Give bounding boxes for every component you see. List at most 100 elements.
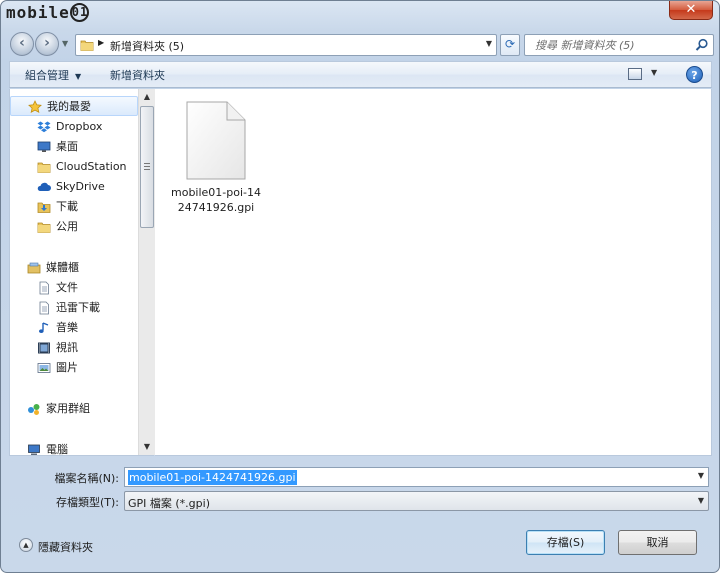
nav-item-pictures[interactable]: 圖片 — [10, 358, 138, 378]
refresh-button[interactable]: ⟳ — [500, 34, 520, 56]
nav-item-downloads[interactable]: 下載 — [10, 197, 138, 217]
logo-text: mobile — [6, 3, 70, 22]
filename-field[interactable]: mobile01-poi-1424741926.gpi ▼ — [124, 467, 709, 487]
nav-item-videos[interactable]: 視訊 — [10, 338, 138, 358]
file-item[interactable]: mobile01-poi-1424741926.gpi — [171, 99, 261, 219]
cancel-button[interactable]: 取消 — [618, 530, 697, 555]
address-bar[interactable]: ▶ 新增資料夾 (5) ▼ — [75, 34, 497, 56]
navigation-tree: 我的最愛 Dropbox 桌面 CloudStation SkyDrive 下載… — [10, 89, 138, 455]
refresh-icon: ⟳ — [504, 37, 516, 51]
forward-arrow-icon: › — [44, 35, 50, 51]
filename-row: 檔案名稱(N): mobile01-poi-1424741926.gpi ▼ — [9, 467, 712, 487]
scroll-thumb[interactable] — [140, 106, 154, 228]
nav-item-thunder-downloads[interactable]: 迅雷下載 — [10, 298, 138, 318]
filetype-value: GPI 檔案 (*.gpi) — [128, 497, 210, 510]
help-button[interactable]: ? — [686, 66, 703, 83]
file-name: mobile01-poi-1424741926.gpi — [171, 186, 262, 214]
nav-scrollbar[interactable]: ▲ ▼ — [138, 89, 155, 455]
grip-icon — [144, 163, 150, 170]
nav-item-label: 公用 — [56, 220, 78, 233]
back-arrow-icon: ‹ — [19, 35, 25, 51]
hide-folders-label: 隱藏資料夾 — [38, 541, 93, 554]
save-as-dialog: mobile01 ✕ ‹ › ▼ ▶ 新增資料夾 (5) ▼ ⟳ 組合管理 ▼ — [0, 0, 720, 573]
nav-item-label: 視訊 — [56, 341, 78, 354]
music-icon — [37, 321, 51, 335]
close-button[interactable]: ✕ — [669, 1, 713, 20]
breadcrumb-current[interactable]: 新增資料夾 (5) — [110, 38, 184, 54]
logo-mark: 01 — [69, 3, 89, 22]
nav-item-public[interactable]: 公用 — [10, 217, 138, 237]
nav-favorites[interactable]: 我的最愛 — [10, 96, 138, 116]
filetype-select[interactable]: GPI 檔案 (*.gpi) ▼ — [124, 491, 709, 511]
nav-libraries[interactable]: 媒體櫃 — [10, 258, 138, 278]
nav-item-label: 圖片 — [56, 361, 78, 374]
nav-homegroup-label: 家用群組 — [46, 402, 90, 415]
search-input[interactable] — [525, 35, 685, 55]
breadcrumb-arrow-icon[interactable]: ▶ — [98, 38, 104, 47]
nav-item-cloudstation[interactable]: CloudStation — [10, 157, 138, 177]
organize-menu[interactable]: 組合管理 ▼ — [25, 67, 81, 83]
nav-item-label: 文件 — [56, 281, 78, 294]
recent-locations-dropdown[interactable]: ▼ — [62, 39, 68, 48]
nav-item-label: 音樂 — [56, 321, 78, 334]
scroll-down-icon[interactable]: ▼ — [139, 439, 155, 455]
save-button[interactable]: 存檔(S) — [526, 530, 605, 555]
dropbox-icon — [37, 120, 51, 134]
address-dropdown-icon[interactable]: ▼ — [486, 39, 492, 48]
chevron-down-icon: ▼ — [75, 72, 82, 81]
nav-item-music[interactable]: 音樂 — [10, 318, 138, 338]
blank-file-icon — [185, 101, 247, 184]
nav-computer[interactable]: 電腦 — [10, 440, 138, 455]
chevron-down-icon: ▼ — [697, 496, 704, 505]
homegroup-icon — [27, 402, 41, 416]
nav-item-desktop[interactable]: 桌面 — [10, 137, 138, 157]
nav-item-label: 桌面 — [56, 140, 78, 153]
nav-item-label: Dropbox — [56, 120, 103, 133]
nav-computer-label: 電腦 — [46, 443, 68, 455]
search-icon[interactable] — [695, 38, 709, 55]
nav-item-label: CloudStation — [56, 160, 127, 173]
search-box[interactable] — [524, 34, 714, 56]
computer-icon — [27, 443, 41, 455]
nav-item-documents[interactable]: 文件 — [10, 278, 138, 298]
title-bar: mobile 01 ✕ — [1, 1, 719, 27]
downloads-icon — [37, 200, 51, 214]
folder-icon — [80, 38, 94, 55]
filename-value[interactable]: mobile01-poi-1424741926.gpi — [128, 470, 297, 485]
filetype-label: 存檔類型(T): — [55, 496, 119, 509]
nav-homegroup[interactable]: 家用群組 — [10, 399, 138, 419]
document-icon — [37, 301, 51, 315]
view-icon[interactable] — [628, 68, 642, 80]
nav-item-skydrive[interactable]: SkyDrive — [10, 177, 138, 197]
navigation-pane: 我的最愛 Dropbox 桌面 CloudStation SkyDrive 下載… — [9, 89, 155, 456]
nav-item-label: SkyDrive — [56, 180, 105, 193]
nav-item-dropbox[interactable]: Dropbox — [10, 117, 138, 137]
filename-dropdown-icon[interactable]: ▼ — [698, 471, 704, 480]
command-bar: 組合管理 ▼ 新增資料夾 ▼ ? — [9, 61, 712, 88]
filename-label: 檔案名稱(N): — [54, 472, 119, 485]
nav-libraries-label: 媒體櫃 — [46, 261, 79, 274]
new-folder-button[interactable]: 新增資料夾 — [110, 67, 165, 83]
back-button[interactable]: ‹ — [10, 32, 34, 56]
chevron-up-icon: ▲ — [19, 538, 33, 552]
view-dropdown-icon[interactable]: ▼ — [651, 68, 657, 77]
mobile01-logo: mobile 01 — [6, 3, 89, 22]
folder-icon — [37, 220, 51, 234]
nav-favorites-label: 我的最愛 — [47, 100, 91, 113]
nav-item-label: 迅雷下載 — [56, 301, 100, 314]
folder-icon — [37, 160, 51, 174]
video-icon — [37, 341, 51, 355]
forward-button[interactable]: › — [35, 32, 59, 56]
library-icon — [27, 261, 41, 275]
desktop-icon — [37, 140, 51, 154]
file-list[interactable]: mobile01-poi-1424741926.gpi — [155, 89, 712, 456]
skydrive-icon — [37, 180, 51, 194]
nav-item-label: 下載 — [56, 200, 78, 213]
address-row: ‹ › ▼ ▶ 新增資料夾 (5) ▼ ⟳ — [1, 29, 719, 59]
picture-icon — [37, 361, 51, 375]
scroll-up-icon[interactable]: ▲ — [139, 89, 155, 105]
filetype-row: 存檔類型(T): GPI 檔案 (*.gpi) ▼ — [9, 491, 712, 511]
star-icon — [28, 100, 42, 114]
document-icon — [37, 281, 51, 295]
help-icon: ? — [691, 69, 698, 82]
